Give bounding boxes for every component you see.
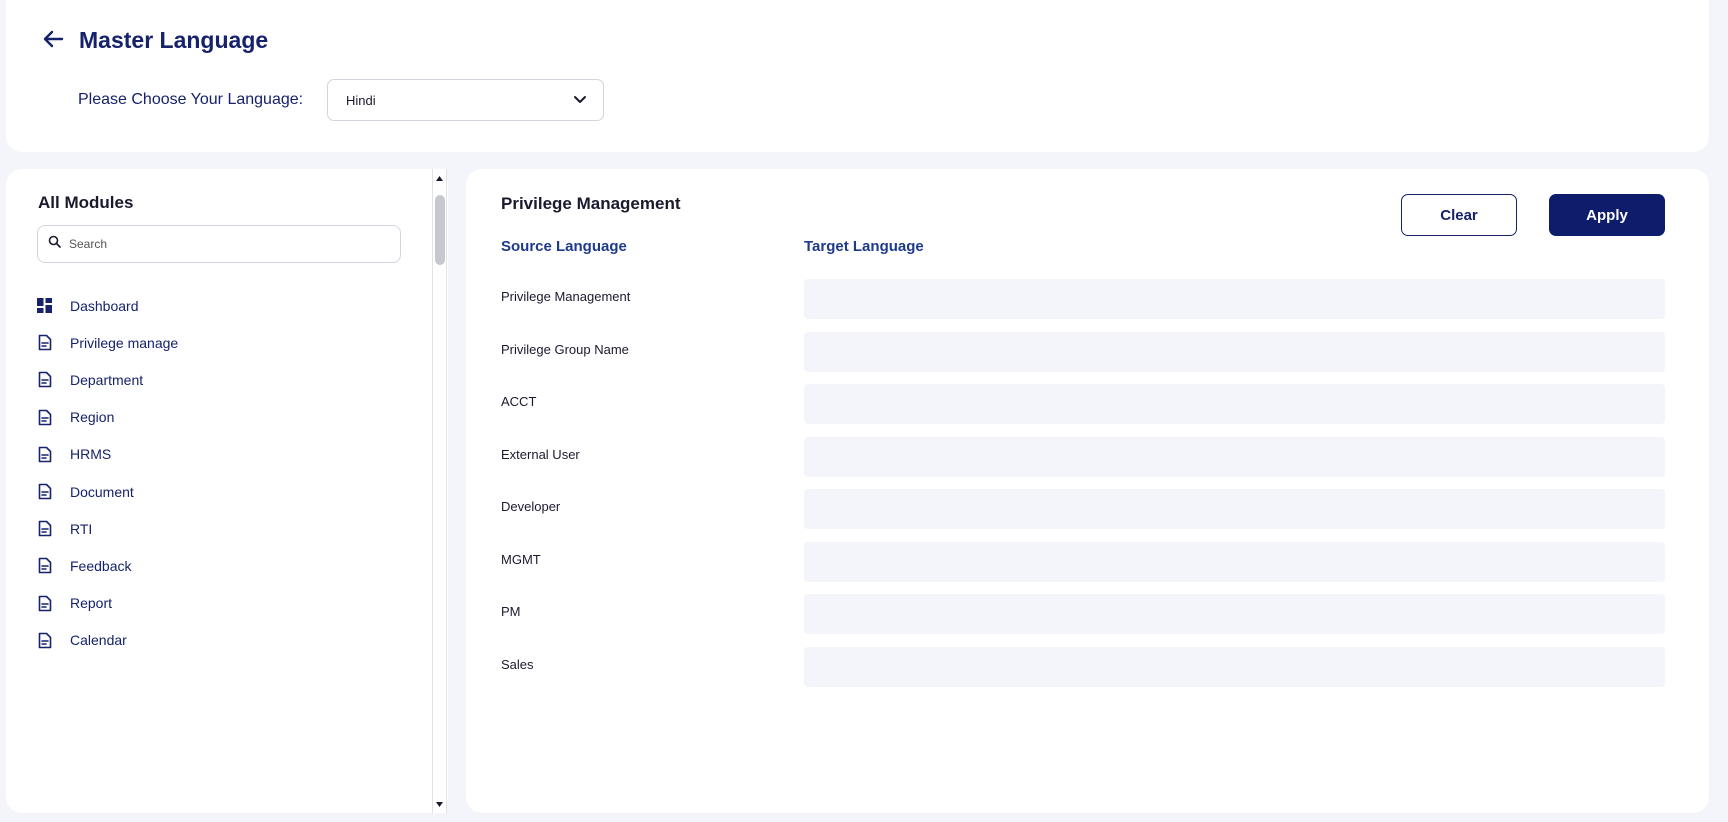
sidebar-item-region[interactable]: Region [36,399,178,436]
sidebar-item-rti[interactable]: RTI [36,510,178,547]
translation-row: Privilege Management [501,279,1665,332]
source-term: Privilege Group Name [501,341,629,357]
clear-button[interactable]: Clear [1401,194,1517,236]
apply-button[interactable]: Apply [1549,194,1665,236]
source-language-header: Source Language [501,238,627,255]
document-icon [36,446,53,463]
language-select-value: Hindi [346,92,376,108]
target-translation-input[interactable] [804,594,1665,634]
sidebar-item-label: Region [70,409,115,426]
document-icon [36,409,53,426]
translation-row: External User [501,436,1665,490]
back-arrow-icon[interactable] [40,26,66,52]
header-card: Master Language Please Choose Your Langu… [6,0,1709,152]
target-translation-input[interactable] [804,541,1665,582]
target-translation-input[interactable] [804,436,1665,477]
sidebar-item-label: Document [70,483,134,500]
module-list: Dashboard Privilege manage Department Re… [36,287,178,659]
sidebar-item-label: Privilege manage [70,334,179,351]
document-icon [36,371,53,388]
source-term: Developer [501,499,561,514]
language-select[interactable]: Hindi [327,79,604,121]
document-icon [36,557,53,574]
target-translation-input[interactable] [804,489,1665,529]
sidebar-item-label: Dashboard [70,297,139,314]
sidebar-item-hrms[interactable]: HRMS [36,436,178,473]
sidebar-item-label: HRMS [70,446,112,463]
translation-panel: Privilege Management Source Language Tar… [466,169,1709,813]
search-box[interactable] [37,225,401,263]
sidebar-item-dashboard[interactable]: Dashboard [36,287,178,324]
document-icon [36,334,53,351]
document-icon [36,595,53,612]
modules-scrollbar[interactable] [432,169,447,813]
target-translation-input[interactable] [804,384,1665,424]
sidebar-item-label: Feedback [70,557,132,574]
translation-row: Privilege Group Name [501,331,1665,385]
sidebar-item-document[interactable]: Document [36,473,178,510]
translation-row: PM [501,594,1665,647]
target-language-header: Target Language [804,238,924,255]
target-translation-input[interactable] [804,279,1665,319]
source-term: PM [501,604,521,619]
source-term: Sales [501,656,534,672]
translation-row: Sales [501,646,1665,700]
sidebar-item-privilege-manage[interactable]: Privilege manage [36,324,178,361]
translation-row: MGMT [501,541,1665,595]
source-term: External User [501,446,580,462]
sidebar-item-label: Calendar [70,632,127,649]
sidebar-item-feedback[interactable]: Feedback [36,547,178,584]
sidebar-item-report[interactable]: Report [36,585,178,622]
scrollbar-thumb[interactable] [435,195,445,265]
section-title: Privilege Management [501,194,681,213]
source-term: Privilege Management [501,289,631,304]
chevron-down-icon [573,91,587,109]
translation-row: Developer [501,489,1665,542]
target-translation-input[interactable] [804,331,1665,372]
language-label: Please Choose Your Language: [78,91,304,108]
sidebar-item-label: Report [70,595,113,612]
page-title: Master Language [79,27,269,53]
target-translation-input[interactable] [804,646,1665,687]
search-input[interactable] [69,237,369,251]
sidebar-item-label: RTI [70,520,93,537]
sidebar-item-calendar[interactable]: Calendar [36,622,178,659]
sidebar-item-department[interactable]: Department [36,361,178,398]
translation-rows: Privilege Management Privilege Group Nam… [501,279,1665,699]
sidebar-item-label: Department [70,371,144,388]
scroll-down-arrow-icon[interactable] [433,797,446,811]
dashboard-grid-icon [36,297,53,314]
search-icon [48,235,61,253]
document-icon [36,520,53,537]
modules-panel: All Modules Dashboard Privilege manage D… [6,169,448,813]
modules-title: All Modules [38,193,134,212]
document-icon [36,632,53,649]
translation-row: ACCT [501,384,1665,437]
source-term: MGMT [501,551,541,567]
scroll-up-arrow-icon[interactable] [433,171,446,185]
source-term: ACCT [501,394,537,409]
document-icon [36,483,53,500]
